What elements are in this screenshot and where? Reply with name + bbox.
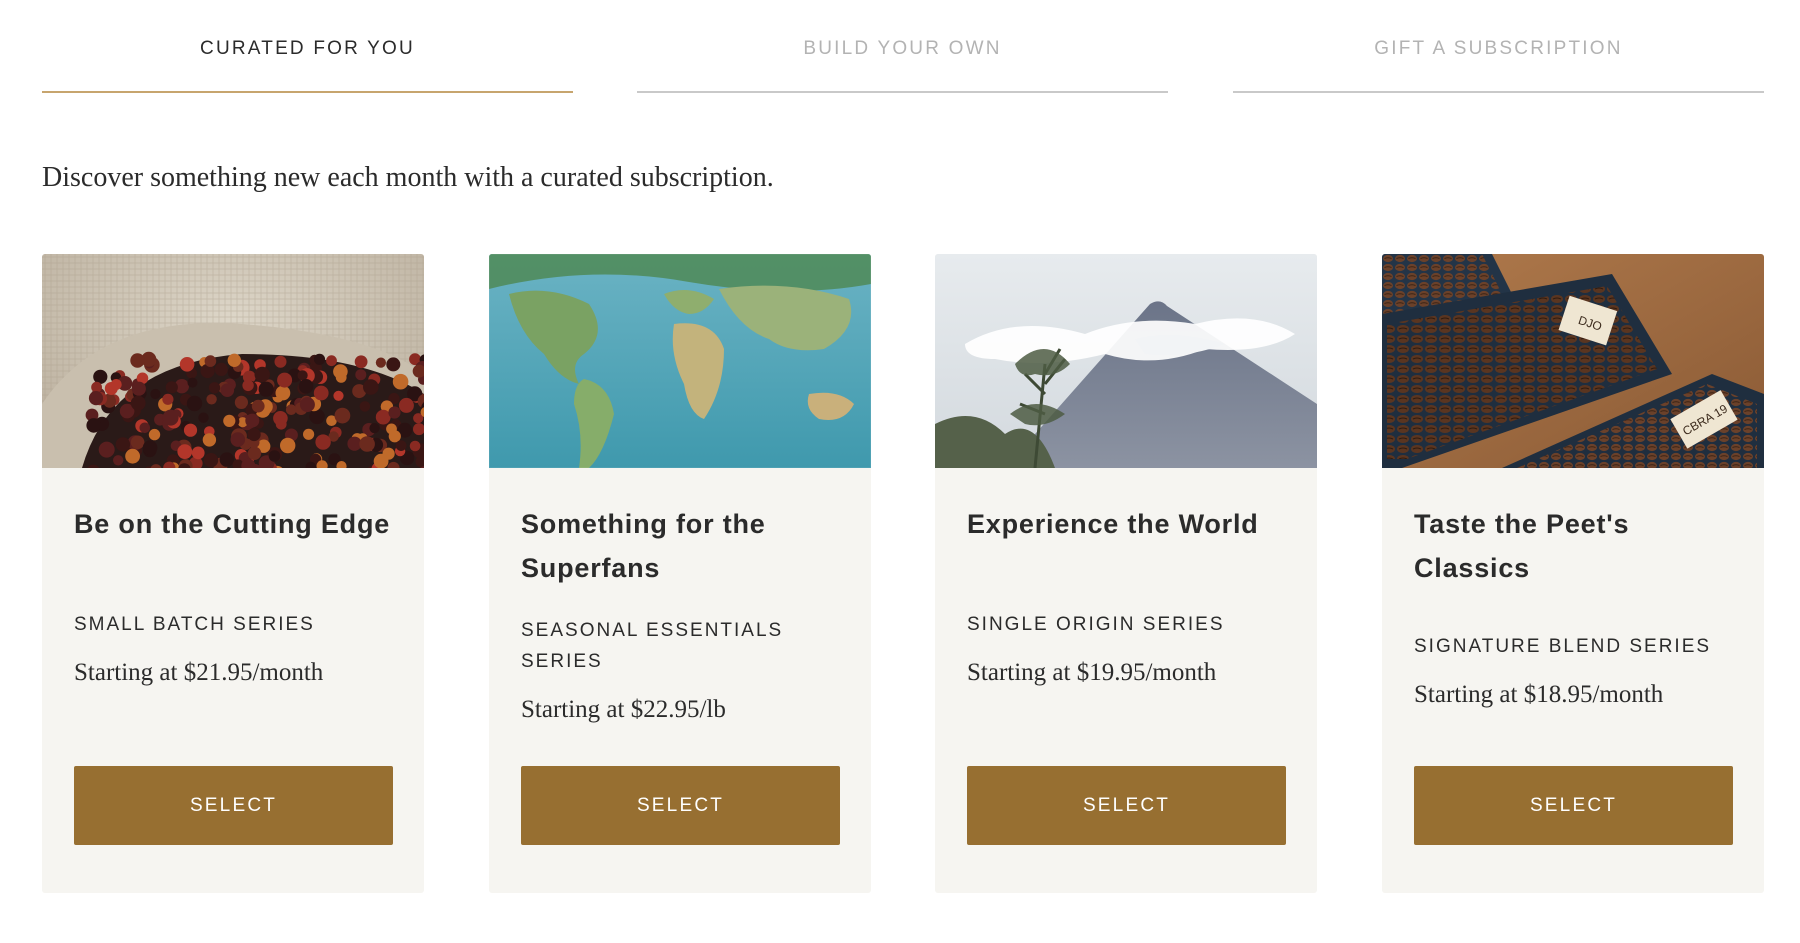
- card-price: Starting at $21.95/month: [74, 659, 324, 686]
- card-series: SINGLE ORIGIN SERIES: [967, 614, 1225, 635]
- select-button[interactable]: SELECT: [1414, 766, 1733, 845]
- tab-build-your-own[interactable]: BUILD YOUR OWN: [637, 0, 1168, 93]
- tab-label: BUILD YOUR OWN: [803, 38, 1002, 59]
- card-title: Be on the Cutting Edge: [74, 509, 391, 539]
- card-price: Starting at $18.95/month: [1414, 681, 1664, 708]
- card-price: Starting at $22.95/lb: [521, 696, 726, 723]
- tab-label: GIFT A SUBSCRIPTION: [1374, 38, 1623, 59]
- select-button[interactable]: SELECT: [521, 766, 840, 845]
- subscription-card-small-batch: Be on the Cutting Edge SMALL BATCH SERIE…: [42, 254, 424, 893]
- coffee-beans-image: DJO CBRA 19: [1382, 254, 1764, 468]
- card-series: SMALL BATCH SERIES: [74, 614, 315, 635]
- card-title: Taste the Peet's Classics: [1414, 509, 1630, 583]
- tab-gift-a-subscription[interactable]: GIFT A SUBSCRIPTION: [1233, 0, 1764, 93]
- card-title: Experience the World: [967, 509, 1259, 539]
- subscription-card-signature-blend: DJO CBRA 19 Taste the Peet's Classics SI…: [1382, 254, 1764, 893]
- intro-text: Discover something new each month with a…: [42, 162, 774, 193]
- select-button[interactable]: SELECT: [967, 766, 1286, 845]
- select-button[interactable]: SELECT: [74, 766, 393, 845]
- tab-curated-for-you[interactable]: CURATED FOR YOU: [42, 0, 573, 93]
- subscription-cards: Be on the Cutting Edge SMALL BATCH SERIE…: [42, 254, 1764, 894]
- card-title: Something for the Superfans: [521, 509, 766, 583]
- subscription-tabs: CURATED FOR YOU BUILD YOUR OWN GIFT A SU…: [42, 0, 1764, 94]
- volcano-image: [935, 254, 1317, 468]
- tab-underline: [42, 91, 573, 93]
- tab-underline: [1233, 91, 1764, 93]
- card-series: SEASONAL ESSENTIALS SERIES: [521, 620, 784, 672]
- card-series: SIGNATURE BLEND SERIES: [1414, 636, 1712, 657]
- card-price: Starting at $19.95/month: [967, 659, 1217, 686]
- coffee-cherries-image: [42, 254, 424, 468]
- tab-underline: [637, 91, 1168, 93]
- tab-label: CURATED FOR YOU: [200, 38, 415, 59]
- subscription-card-seasonal-essentials: Something for the Superfans SEASONAL ESS…: [489, 254, 871, 893]
- world-map-image: [489, 254, 871, 468]
- subscription-card-single-origin: Experience the World SINGLE ORIGIN SERIE…: [935, 254, 1317, 893]
